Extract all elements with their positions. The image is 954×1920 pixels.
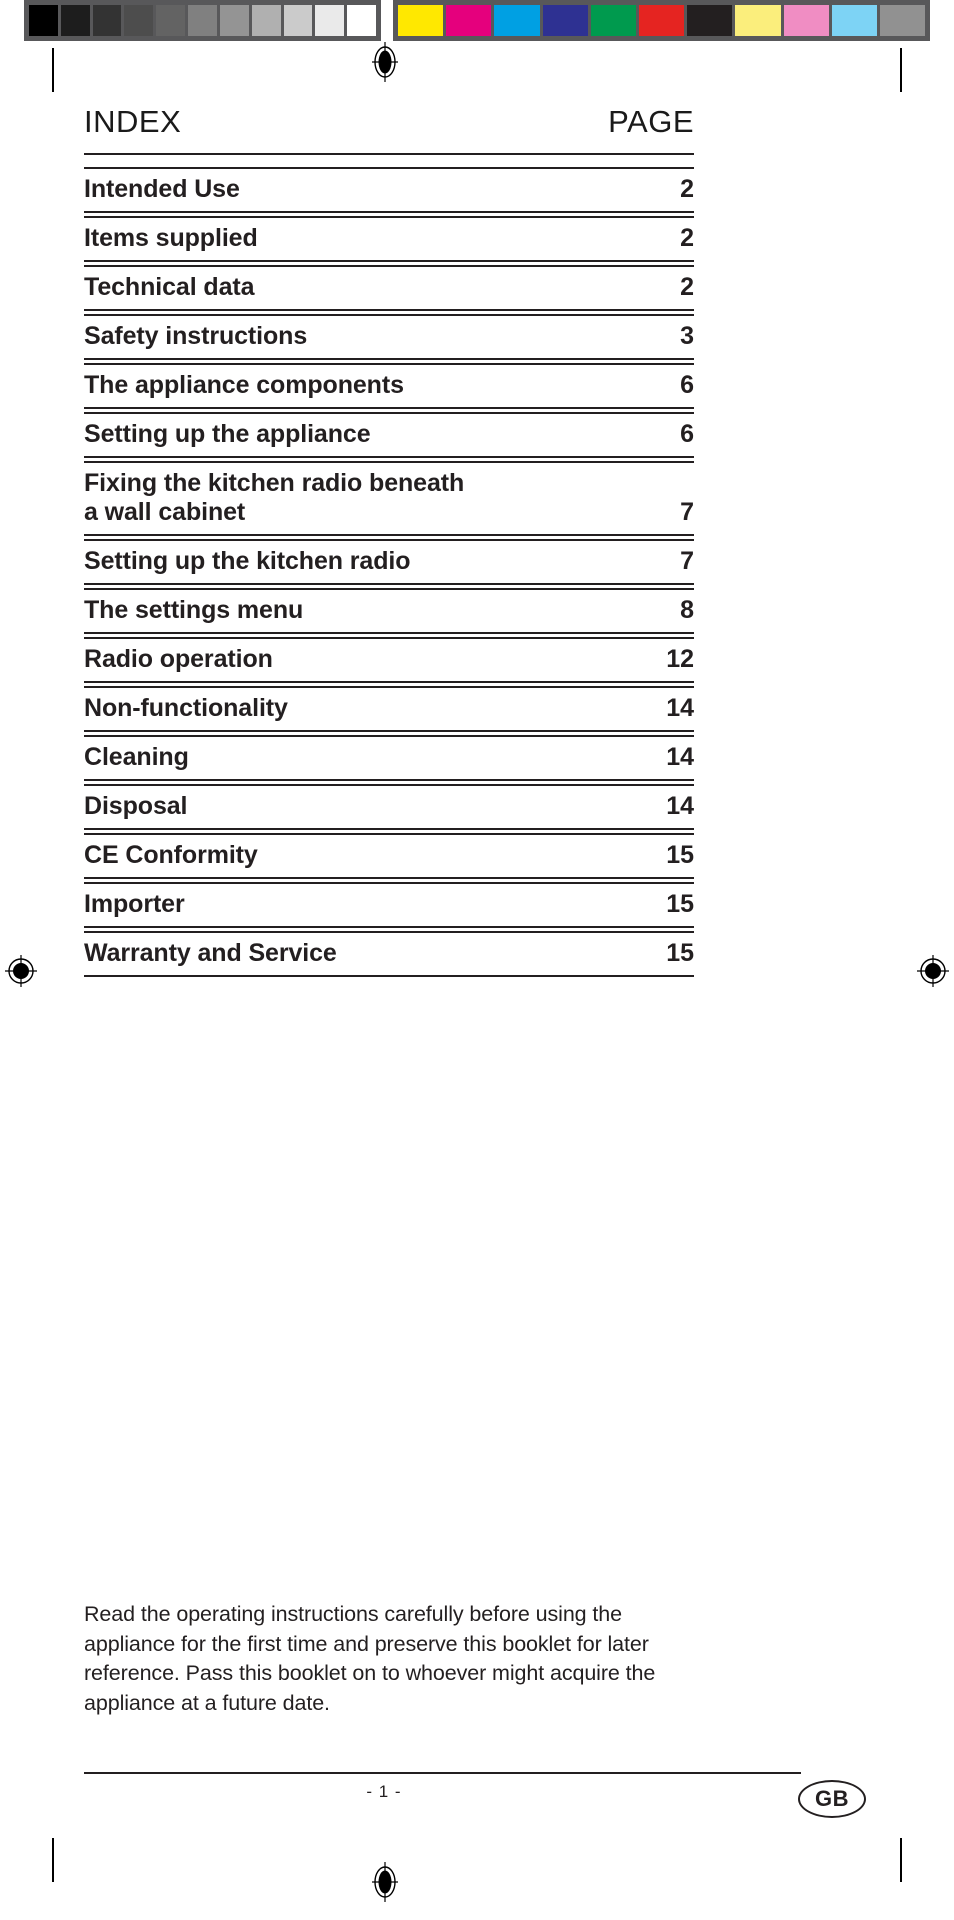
index-label: INDEX — [84, 104, 182, 139]
color-swatch-1 — [446, 5, 492, 36]
page-label: PAGE — [608, 104, 694, 139]
gray-swatch-4 — [156, 5, 186, 36]
color-swatch-9 — [831, 5, 877, 36]
color-swatch-10 — [879, 5, 926, 36]
registration-mark-right — [914, 952, 952, 990]
color-swatch-2 — [494, 5, 540, 36]
toc-entry-title: Disposal — [84, 792, 188, 820]
crop-mark-top-right — [900, 48, 902, 92]
toc-entry-title: The appliance components — [84, 371, 404, 399]
toc-container: INDEX PAGE Intended Use 2 Items supplied 2 T… — [84, 104, 694, 980]
gray-swatch-6 — [219, 5, 249, 36]
gray-swatch-5 — [188, 5, 217, 36]
toc-entry-title: Fixing the kitchen radio beneath a wall … — [84, 469, 465, 526]
toc-entry-title: Items supplied — [84, 224, 258, 252]
gray-swatch-3 — [124, 5, 154, 36]
toc-entry[interactable]: Items supplied 2 — [84, 216, 694, 262]
color-swatch-7 — [735, 5, 781, 36]
toc-entry-page: 12 — [666, 645, 694, 673]
footer-page-number: - 1 - — [366, 1782, 402, 1801]
toc-header-row: INDEX PAGE — [84, 104, 694, 153]
grayscale-calibration-bar — [24, 0, 381, 41]
toc-entry-title: Safety instructions — [84, 322, 308, 350]
toc-entry-page: 15 — [666, 841, 694, 869]
toc-entry[interactable]: Cleaning 14 — [84, 735, 694, 781]
document-page: INDEX PAGE Intended Use 2 Items supplied 2 T… — [0, 0, 954, 1920]
toc-entry[interactable]: Setting up the kitchen radio 7 — [84, 539, 694, 585]
gray-swatch-8 — [283, 5, 313, 36]
color-calibration-bar — [393, 0, 930, 41]
intro-text: Read the operating instructions carefull… — [84, 1602, 656, 1715]
toc-entry-page: 2 — [680, 224, 694, 252]
color-swatch-5 — [638, 5, 685, 36]
toc-entry[interactable]: Safety instructions 3 — [84, 314, 694, 360]
toc-entry[interactable]: Intended Use 2 — [84, 167, 694, 213]
toc-entry[interactable]: Importer 15 — [84, 882, 694, 928]
toc-entry-page: 2 — [680, 175, 694, 203]
toc-entry-page: 14 — [666, 743, 694, 771]
toc-entry-page: 7 — [680, 547, 694, 575]
toc-list: Intended Use 2 Items supplied 2 Technical da… — [84, 167, 694, 977]
toc-entry-title: Non-functionality — [84, 694, 288, 722]
toc-entry[interactable]: The settings menu 8 — [84, 588, 694, 634]
toc-entry-page: 15 — [666, 890, 694, 918]
toc-entry-title: Intended Use — [84, 175, 240, 203]
gray-swatch-1 — [60, 5, 90, 36]
crop-mark-bottom-left — [52, 1838, 54, 1882]
registration-mark-left — [2, 952, 40, 990]
crop-mark-top-left — [52, 48, 54, 92]
toc-entry[interactable]: Technical data 2 — [84, 265, 694, 311]
color-swatch-0 — [398, 5, 444, 36]
toc-entry-page: 3 — [680, 322, 694, 350]
color-swatch-8 — [783, 5, 829, 36]
toc-entry-title: Technical data — [84, 273, 255, 301]
footer-rule — [84, 1772, 801, 1774]
gray-swatch-10 — [347, 5, 376, 36]
toc-entry[interactable]: CE Conformity 15 — [84, 833, 694, 879]
registration-mark-bottom — [370, 1860, 400, 1904]
toc-header-rule — [84, 153, 694, 155]
color-swatch-6 — [687, 5, 733, 36]
gray-swatch-2 — [92, 5, 122, 36]
toc-entry-title: Setting up the appliance — [84, 420, 371, 448]
color-swatch-4 — [590, 5, 636, 36]
intro-paragraph: Read the operating instructions carefull… — [84, 1600, 684, 1719]
toc-entry[interactable]: Warranty and Service 15 — [84, 931, 694, 977]
gray-swatch-0 — [29, 5, 58, 36]
color-swatch-3 — [542, 5, 588, 36]
toc-entry-title: Setting up the kitchen radio — [84, 547, 411, 575]
toc-entry-page: 6 — [680, 420, 694, 448]
toc-entry[interactable]: Disposal 14 — [84, 784, 694, 830]
toc-entry-title: Radio operation — [84, 645, 273, 673]
crop-mark-bottom-right — [900, 1838, 902, 1882]
toc-entry-title: CE Conformity — [84, 841, 258, 869]
toc-entry-page: 8 — [680, 596, 694, 624]
toc-entry[interactable]: Radio operation 12 — [84, 637, 694, 683]
toc-entry-title: Cleaning — [84, 743, 189, 771]
gray-swatch-9 — [315, 5, 345, 36]
toc-entry-page: 15 — [666, 939, 694, 967]
toc-entry-title: Importer — [84, 890, 185, 918]
toc-entry-title: Warranty and Service — [84, 939, 337, 967]
toc-entry[interactable]: Setting up the appliance 6 — [84, 412, 694, 458]
toc-entry-page: 7 — [680, 498, 694, 526]
toc-entry-page: 14 — [666, 694, 694, 722]
toc-entry-page: 6 — [680, 371, 694, 399]
toc-entry[interactable]: The appliance components 6 — [84, 363, 694, 409]
registration-mark-top — [370, 40, 400, 84]
toc-entry[interactable]: Non-functionality 14 — [84, 686, 694, 732]
language-badge: GB — [798, 1780, 866, 1818]
toc-entry-title: The settings menu — [84, 596, 304, 624]
toc-entry-page: 2 — [680, 273, 694, 301]
toc-entry[interactable]: Fixing the kitchen radio beneath a wall … — [84, 461, 694, 536]
toc-entry-page: 14 — [666, 792, 694, 820]
gray-swatch-7 — [251, 5, 281, 36]
